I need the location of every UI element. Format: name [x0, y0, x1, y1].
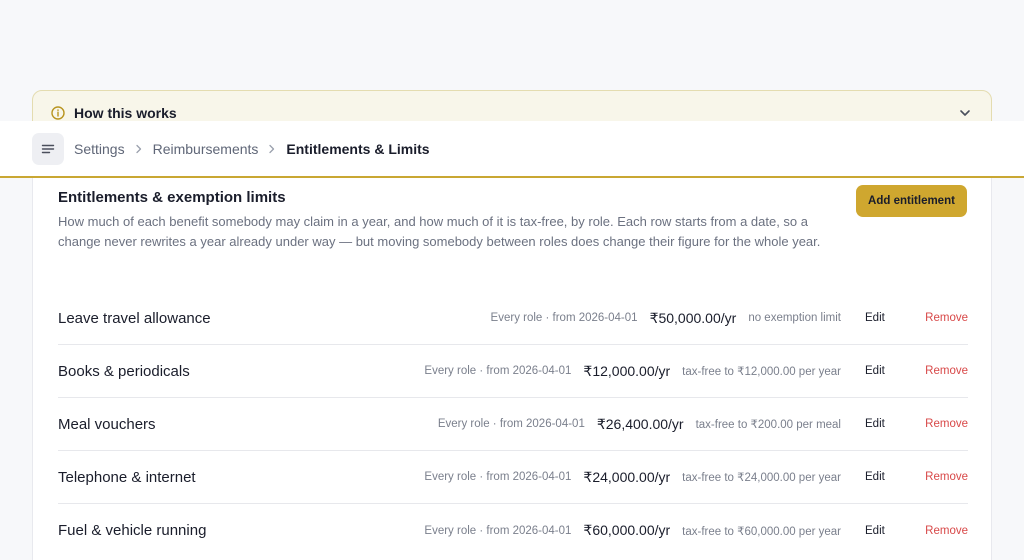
entitlement-amount: ₹12,000.00/yr	[583, 362, 671, 379]
remove-button[interactable]: Remove	[913, 525, 968, 537]
entitlement-amount: ₹50,000.00/yr	[649, 309, 737, 326]
card-title: Entitlements & exemption limits	[58, 189, 286, 206]
entitlement-meta: Every role · from 2026-04-01	[424, 471, 572, 483]
how-this-works-title: How this works	[74, 105, 177, 121]
edit-button[interactable]: Edit	[865, 525, 913, 537]
entitlement-name: Books & periodicals	[58, 362, 190, 380]
how-this-works-header[interactable]: How this works	[51, 105, 177, 121]
card-description: How much of each benefit somebody may cl…	[58, 214, 821, 249]
remove-button[interactable]: Remove	[913, 418, 968, 430]
card-header: Entitlements & exemption limits How much…	[58, 189, 858, 252]
entitlement-meta: Every role · from 2026-04-01	[424, 365, 572, 377]
remove-button[interactable]: Remove	[913, 365, 968, 377]
info-circle-icon	[51, 106, 65, 120]
edit-button[interactable]: Edit	[865, 312, 913, 324]
list-item: Telephone & internet Every role · from 2…	[58, 451, 968, 504]
list-item: Books & periodicals Every role · from 20…	[58, 345, 968, 398]
entitlement-amount: ₹26,400.00/yr	[596, 415, 684, 432]
entitlement-name: Fuel & vehicle running	[58, 522, 207, 539]
remove-button[interactable]: Remove	[913, 471, 968, 483]
list-item: Fuel & vehicle running Every role · from…	[58, 504, 968, 557]
breadcrumb-reimbursements[interactable]: Reimbursements	[153, 141, 259, 157]
add-entitlement-button[interactable]: Add entitlement	[856, 185, 967, 217]
chevron-right-icon	[131, 141, 147, 157]
entitlement-name: Meal vouchers	[58, 415, 156, 433]
chevron-down-icon[interactable]	[957, 105, 973, 121]
chevron-right-icon	[264, 141, 280, 157]
menu-button[interactable]	[32, 132, 64, 165]
edit-button[interactable]: Edit	[865, 365, 913, 377]
entitlement-limit: tax-free to ₹60,000.00 per year	[682, 525, 841, 538]
entitlement-name: Leave travel allowance	[58, 309, 211, 327]
breadcrumb: Settings Reimbursements Entitlements & L…	[74, 141, 430, 157]
entitlement-name: Telephone & internet	[58, 468, 196, 486]
entitlements-card: Entitlements & exemption limits How much…	[32, 178, 992, 560]
breadcrumb-bar: Settings Reimbursements Entitlements & L…	[0, 121, 1024, 178]
edit-button[interactable]: Edit	[865, 471, 913, 483]
entitlement-meta: Every role · from 2026-04-01	[490, 312, 638, 324]
menu-lines-icon	[41, 144, 55, 153]
entitlement-meta: Every role · from 2026-04-01	[424, 524, 572, 537]
entitlements-list: Leave travel allowance Every role · from…	[58, 292, 968, 557]
entitlement-limit: tax-free to ₹24,000.00 per year	[682, 472, 841, 484]
breadcrumb-settings[interactable]: Settings	[74, 141, 125, 157]
list-item: Meal vouchers Every role · from 2026-04-…	[58, 398, 968, 451]
entitlement-limit: tax-free to ₹200.00 per meal	[695, 419, 841, 431]
entitlement-limit: no exemption limit	[748, 312, 841, 324]
breadcrumb-current: Entitlements & Limits	[286, 140, 430, 157]
entitlement-meta: Every role · from 2026-04-01	[437, 418, 585, 430]
entitlement-amount: ₹24,000.00/yr	[583, 468, 671, 485]
list-item: Leave travel allowance Every role · from…	[58, 292, 968, 345]
edit-button[interactable]: Edit	[865, 418, 913, 430]
remove-button[interactable]: Remove	[913, 312, 968, 324]
entitlement-limit: tax-free to ₹12,000.00 per year	[682, 366, 841, 378]
entitlement-amount: ₹60,000.00/yr	[583, 522, 671, 538]
